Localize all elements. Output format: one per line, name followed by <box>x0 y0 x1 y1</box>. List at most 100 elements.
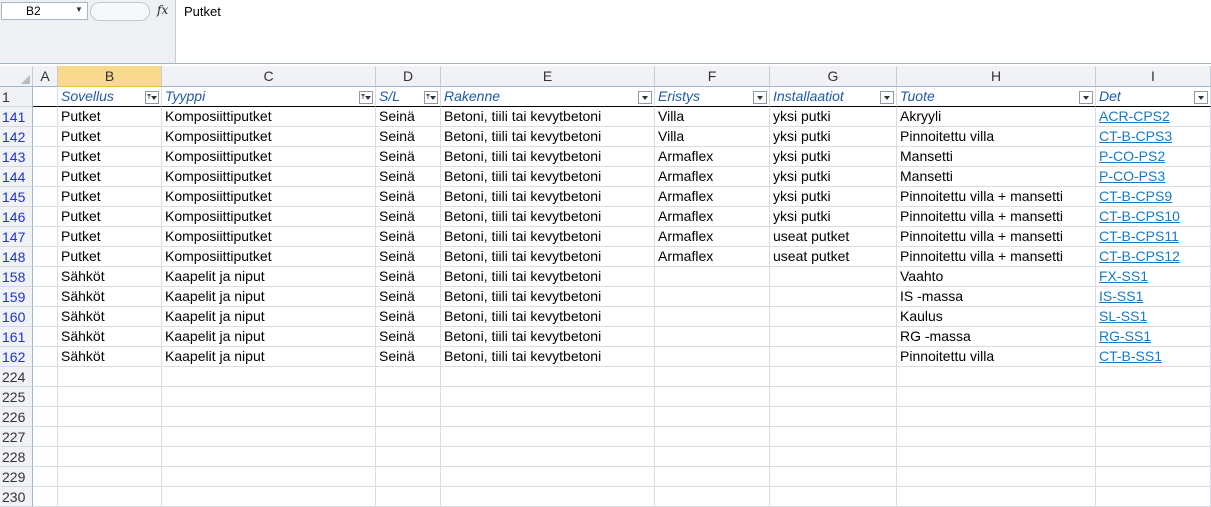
row-header[interactable]: 224 <box>0 367 33 387</box>
table-cell[interactable]: RG -massa <box>897 327 1096 347</box>
table-cell[interactable]: Armaflex <box>655 187 770 207</box>
table-cell[interactable]: Seinä <box>376 307 441 327</box>
insert-function-icon[interactable]: fx <box>157 3 168 17</box>
table-cell[interactable]: Mansetti <box>897 147 1096 167</box>
row-header[interactable]: 142 <box>0 127 33 147</box>
row-header[interactable]: 160 <box>0 307 33 327</box>
table-cell[interactable]: Komposiittiputket <box>162 187 376 207</box>
filter-dropdown-icon[interactable] <box>1079 91 1093 104</box>
hyperlink-cell[interactable]: SL-SS1 <box>1096 307 1211 327</box>
row-header[interactable]: 147 <box>0 227 33 247</box>
empty-cell[interactable] <box>58 467 162 487</box>
empty-cell[interactable] <box>897 367 1096 387</box>
table-cell[interactable]: yksi putki <box>770 127 897 147</box>
hyperlink-cell[interactable]: RG-SS1 <box>1096 327 1211 347</box>
table-cell[interactable]: Pinnoitettu villa + mansetti <box>897 227 1096 247</box>
empty-cell[interactable] <box>1096 487 1211 507</box>
row-header[interactable]: 226 <box>0 407 33 427</box>
empty-cell[interactable] <box>897 487 1096 507</box>
table-cell[interactable]: Kaapelit ja niput <box>162 287 376 307</box>
empty-cell[interactable] <box>58 367 162 387</box>
empty-cell[interactable] <box>770 487 897 507</box>
row-header[interactable]: 230 <box>0 487 33 507</box>
table-cell[interactable] <box>33 307 58 327</box>
empty-cell[interactable] <box>897 387 1096 407</box>
empty-cell[interactable] <box>162 427 376 447</box>
table-cell[interactable]: Putket <box>58 227 162 247</box>
row-header[interactable]: 161 <box>0 327 33 347</box>
table-cell[interactable]: Betoni, tiili tai kevytbetoni <box>441 127 655 147</box>
name-box-dropdown-icon[interactable]: ▼ <box>75 5 83 14</box>
empty-cell[interactable] <box>441 467 655 487</box>
row-header[interactable]: 158 <box>0 267 33 287</box>
table-cell[interactable]: Betoni, tiili tai kevytbetoni <box>441 167 655 187</box>
table-cell[interactable]: Putket <box>58 127 162 147</box>
hyperlink-cell[interactable]: CT-B-CPS10 <box>1096 207 1211 227</box>
filter-dropdown-icon[interactable] <box>145 91 159 104</box>
table-cell[interactable]: Kaapelit ja niput <box>162 267 376 287</box>
table-cell[interactable] <box>655 347 770 367</box>
filter-dropdown-icon[interactable] <box>359 91 373 104</box>
row-header[interactable]: 141 <box>0 107 33 127</box>
table-cell[interactable]: Putket <box>58 187 162 207</box>
formula-bar-handle[interactable] <box>90 2 150 21</box>
column-header-g[interactable]: G <box>770 66 897 87</box>
table-cell[interactable] <box>33 267 58 287</box>
table-cell[interactable] <box>33 287 58 307</box>
table-cell[interactable]: yksi putki <box>770 167 897 187</box>
table-cell[interactable]: Betoni, tiili tai kevytbetoni <box>441 287 655 307</box>
table-cell[interactable] <box>655 307 770 327</box>
empty-cell[interactable] <box>33 427 58 447</box>
column-header-a[interactable]: A <box>33 66 58 87</box>
empty-cell[interactable] <box>441 367 655 387</box>
table-cell[interactable] <box>655 267 770 287</box>
empty-cell[interactable] <box>655 407 770 427</box>
table-cell[interactable]: Putket <box>58 207 162 227</box>
empty-cell[interactable] <box>58 407 162 427</box>
table-cell[interactable]: Seinä <box>376 327 441 347</box>
empty-cell[interactable] <box>770 447 897 467</box>
empty-cell[interactable] <box>33 387 58 407</box>
empty-cell[interactable] <box>655 487 770 507</box>
table-cell[interactable]: Pinnoitettu villa + mansetti <box>897 207 1096 227</box>
table-cell[interactable]: Betoni, tiili tai kevytbetoni <box>441 327 655 347</box>
table-cell[interactable]: Betoni, tiili tai kevytbetoni <box>441 147 655 167</box>
hyperlink-cell[interactable]: CT-B-CPS12 <box>1096 247 1211 267</box>
table-cell[interactable] <box>770 327 897 347</box>
empty-cell[interactable] <box>441 487 655 507</box>
empty-cell[interactable] <box>897 467 1096 487</box>
empty-cell[interactable] <box>770 427 897 447</box>
table-cell[interactable]: Betoni, tiili tai kevytbetoni <box>441 107 655 127</box>
table-cell[interactable]: Seinä <box>376 187 441 207</box>
table-cell[interactable]: Kaapelit ja niput <box>162 347 376 367</box>
row-header[interactable]: 145 <box>0 187 33 207</box>
column-header-h[interactable]: H <box>897 66 1096 87</box>
hyperlink-cell[interactable]: CT-B-SS1 <box>1096 347 1211 367</box>
table-cell[interactable] <box>33 187 58 207</box>
empty-cell[interactable] <box>162 487 376 507</box>
table-cell[interactable]: Pinnoitettu villa + mansetti <box>897 187 1096 207</box>
table-cell[interactable]: Sähköt <box>58 267 162 287</box>
table-cell[interactable]: Seinä <box>376 227 441 247</box>
table-cell[interactable] <box>33 127 58 147</box>
filter-dropdown-icon[interactable] <box>1194 91 1208 104</box>
table-cell[interactable]: Akryyli <box>897 107 1096 127</box>
column-header-f[interactable]: F <box>655 66 770 87</box>
filter-dropdown-icon[interactable] <box>753 91 767 104</box>
filter-dropdown-icon[interactable] <box>424 91 438 104</box>
table-cell[interactable]: yksi putki <box>770 207 897 227</box>
table-cell[interactable]: Seinä <box>376 167 441 187</box>
table-cell[interactable]: Komposiittiputket <box>162 207 376 227</box>
empty-cell[interactable] <box>162 367 376 387</box>
table-cell[interactable]: Armaflex <box>655 207 770 227</box>
hyperlink-cell[interactable]: P-CO-PS3 <box>1096 167 1211 187</box>
row-header[interactable]: 229 <box>0 467 33 487</box>
column-header-e[interactable]: E <box>441 66 655 87</box>
table-cell[interactable]: Betoni, tiili tai kevytbetoni <box>441 247 655 267</box>
table-cell[interactable]: Komposiittiputket <box>162 227 376 247</box>
empty-cell[interactable] <box>441 427 655 447</box>
empty-cell[interactable] <box>655 467 770 487</box>
table-cell[interactable] <box>33 207 58 227</box>
table-cell[interactable]: Seinä <box>376 267 441 287</box>
empty-cell[interactable] <box>441 387 655 407</box>
